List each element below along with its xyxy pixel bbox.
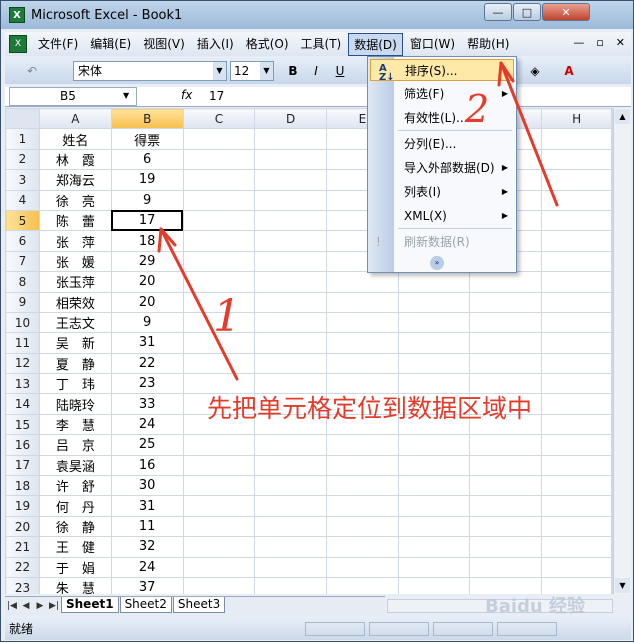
excel-window: X Microsoft Excel - Book1 — □ ✕ X 文件(F) 编… xyxy=(0,0,634,642)
annotation-arrows xyxy=(157,61,559,381)
annotation-step-2: 2 xyxy=(465,87,490,131)
baidu-watermark: Baidu 经验 xyxy=(485,596,586,617)
arrow-2-icon xyxy=(499,61,559,207)
annotation-instruction: 先把单元格定位到数据区域中 xyxy=(207,394,533,423)
annotation-step-1: 1 xyxy=(213,291,241,342)
